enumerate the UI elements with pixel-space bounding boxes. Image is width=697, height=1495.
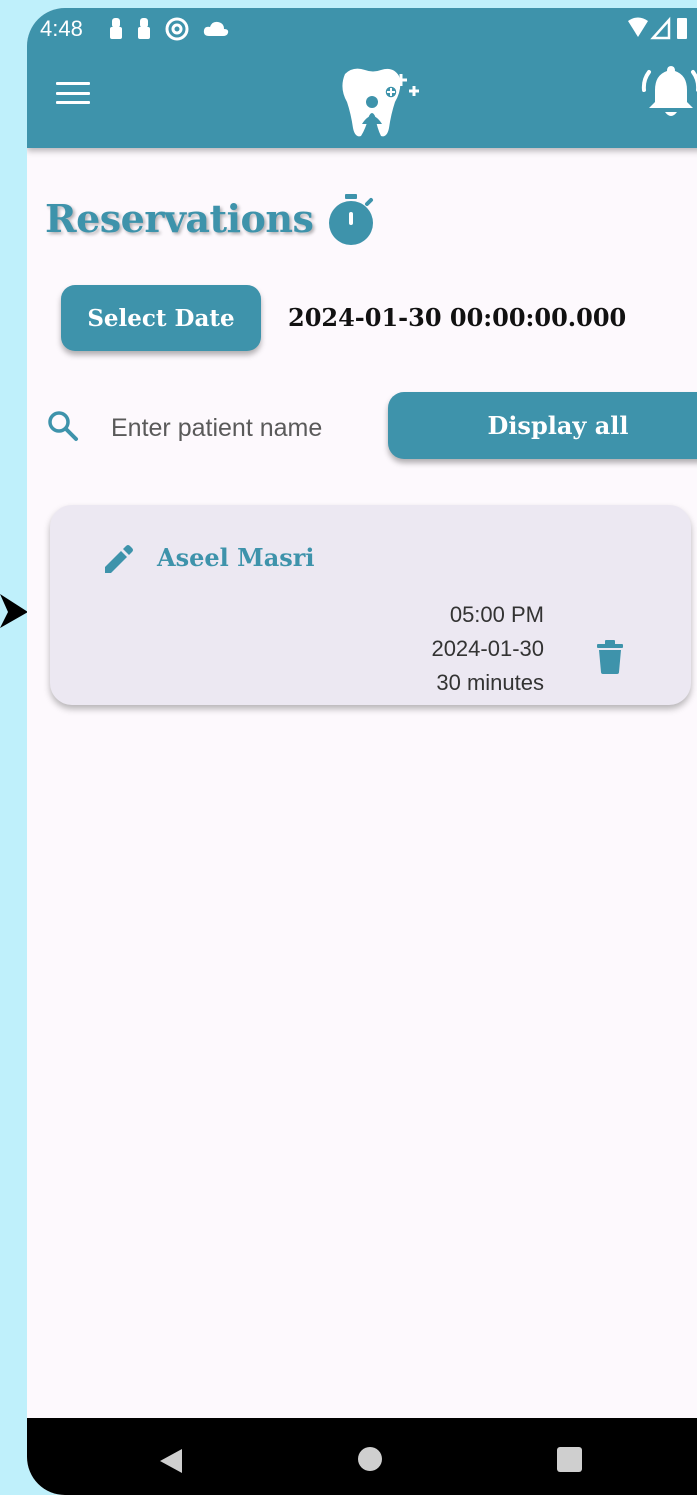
page-title: Reservations (45, 196, 314, 241)
signal-icon (650, 16, 671, 40)
phone-screen: 4:48 Reservations Select Date 2024-01-30… (27, 8, 697, 1495)
edit-icon[interactable] (101, 543, 133, 579)
nav-home-icon[interactable] (358, 1447, 382, 1471)
notification-icon (110, 18, 122, 39)
stopwatch-icon (327, 192, 375, 252)
status-right-icons (625, 16, 695, 46)
app-header: 4:48 (27, 8, 697, 148)
status-icons (109, 17, 229, 41)
patient-search-input[interactable] (109, 406, 373, 450)
select-date-button[interactable]: Select Date (61, 285, 261, 351)
nav-recent-icon[interactable] (557, 1447, 582, 1472)
patient-name: Aseel Masri (157, 543, 315, 572)
trash-icon[interactable] (597, 640, 623, 678)
battery-icon (677, 18, 687, 39)
wifi-icon (628, 17, 648, 37)
reservation-time: 05:00 PM (449, 602, 544, 627)
tooth-logo-icon (333, 66, 423, 144)
cloud-icon (203, 21, 229, 36)
selected-date-value: 2024-01-30 00:00:00.000 (288, 303, 627, 332)
bell-icon[interactable] (641, 64, 697, 124)
reservation-date: 2024-01-30 (431, 636, 544, 661)
display-all-button[interactable]: Display all (388, 392, 697, 459)
cursor-arrow-icon (0, 590, 30, 634)
reservation-duration: 30 minutes (436, 670, 544, 695)
nav-back-icon[interactable] (158, 1447, 184, 1479)
menu-icon[interactable] (56, 82, 90, 106)
notification-icon-2 (138, 18, 150, 39)
system-nav-bar (27, 1418, 697, 1495)
search-icon (47, 410, 79, 446)
status-time: 4:48 (40, 16, 83, 41)
reservation-card[interactable]: Aseel Masri 05:00 PM 2024-01-30 30 minut… (50, 505, 691, 705)
at-sign-icon (165, 17, 189, 41)
